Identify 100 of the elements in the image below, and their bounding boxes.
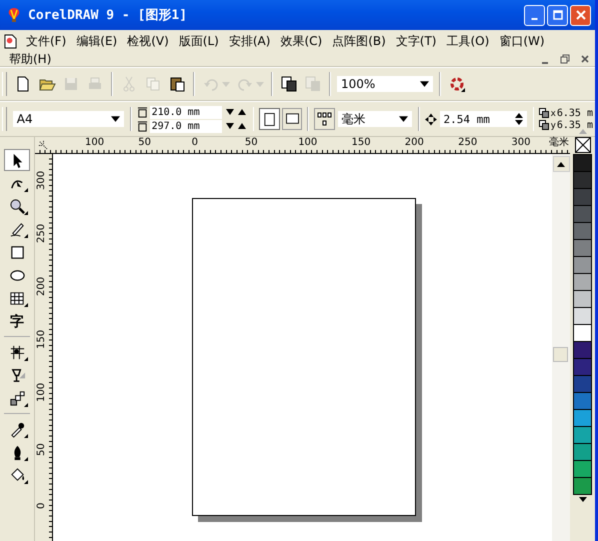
flyout-arrow-icon bbox=[24, 434, 28, 438]
paper-size-dropdown[interactable]: A4 bbox=[12, 110, 125, 128]
color-swatch[interactable] bbox=[573, 188, 592, 206]
portrait-button[interactable] bbox=[259, 108, 280, 130]
ruler-label: 250 bbox=[458, 137, 478, 148]
ruler-label: 300 bbox=[36, 170, 47, 190]
ruler-label: 100 bbox=[85, 137, 104, 148]
landscape-button[interactable] bbox=[282, 108, 302, 130]
width-field[interactable]: 210.0 mm bbox=[150, 106, 222, 118]
flyout-arrow-icon bbox=[24, 457, 28, 461]
color-swatch[interactable] bbox=[573, 392, 592, 410]
copy-icon bbox=[144, 75, 162, 93]
menu-item[interactable]: 点阵图(B) bbox=[327, 32, 391, 50]
move-arrows-icon bbox=[424, 112, 437, 126]
ruler-label: 50 bbox=[36, 442, 47, 456]
spin-arrows-icon[interactable] bbox=[224, 122, 248, 130]
ruler-label: 0 bbox=[36, 502, 47, 509]
color-swatch[interactable] bbox=[573, 409, 592, 427]
scroll-thumb[interactable] bbox=[553, 347, 568, 362]
scroll-up-button[interactable] bbox=[552, 156, 570, 172]
zoom-dropdown[interactable]: 100% bbox=[336, 75, 434, 93]
arrow-up-icon bbox=[557, 162, 565, 166]
flyout-arrow-icon bbox=[24, 234, 28, 238]
color-swatch[interactable] bbox=[573, 222, 592, 240]
color-swatch[interactable] bbox=[573, 375, 592, 393]
menu-item[interactable]: 文字(T) bbox=[390, 32, 442, 50]
flyout-arrow-icon bbox=[24, 403, 28, 407]
restore-icon bbox=[560, 54, 570, 64]
ruler-label: 150 bbox=[36, 330, 47, 350]
import-icon bbox=[280, 75, 298, 93]
offset-value: 6.35 m bbox=[556, 120, 593, 130]
color-swatch[interactable] bbox=[573, 324, 592, 342]
color-swatch[interactable] bbox=[573, 171, 592, 189]
document-icon bbox=[4, 34, 17, 48]
ruler-label: 0 bbox=[192, 137, 198, 148]
ruler-origin-icon[interactable] bbox=[38, 140, 49, 151]
ruler-label: 200 bbox=[36, 277, 47, 296]
ruler-label: 50 bbox=[244, 137, 258, 148]
units-dropdown[interactable]: 毫米 bbox=[336, 110, 413, 128]
ruler-label: 100 bbox=[36, 383, 47, 402]
color-swatch[interactable] bbox=[573, 205, 592, 223]
axis-label: x bbox=[550, 108, 556, 118]
vertical-scrollbar[interactable] bbox=[552, 154, 570, 541]
palette-scroll-down-icon[interactable] bbox=[578, 497, 586, 502]
color-swatch[interactable] bbox=[573, 154, 592, 172]
close-icon bbox=[580, 54, 590, 64]
color-swatch[interactable] bbox=[573, 307, 592, 325]
color-swatch[interactable] bbox=[573, 256, 592, 274]
ruler-label: 250 bbox=[36, 224, 47, 244]
flyout-arrow-icon bbox=[24, 303, 28, 307]
menu-item[interactable]: 效果(C) bbox=[275, 32, 328, 50]
export-icon bbox=[304, 75, 322, 93]
caret-icon bbox=[110, 116, 120, 122]
mesh-icon bbox=[8, 344, 26, 360]
menu-item[interactable]: 文件(F) bbox=[21, 32, 72, 50]
wineglass-icon bbox=[8, 366, 26, 384]
color-swatch[interactable] bbox=[573, 460, 592, 478]
minimize-button[interactable] bbox=[524, 4, 545, 26]
maximize-button[interactable] bbox=[547, 4, 568, 26]
no-color-swatch[interactable] bbox=[574, 137, 590, 153]
nudge-field[interactable]: 2.54 mm bbox=[438, 110, 528, 128]
flyout-arrow-icon bbox=[24, 188, 28, 192]
menu-item[interactable]: 检视(V) bbox=[122, 32, 174, 50]
color-swatch[interactable] bbox=[573, 273, 592, 291]
landscape-page-icon bbox=[284, 113, 300, 125]
text-tool[interactable]: 字 bbox=[4, 310, 30, 332]
close-button[interactable] bbox=[570, 4, 591, 26]
menu-item[interactable]: 帮助(H) bbox=[4, 50, 56, 68]
color-swatch[interactable] bbox=[573, 341, 592, 359]
spin-arrows-icon bbox=[514, 113, 523, 125]
ring-icon bbox=[448, 75, 466, 93]
color-swatch[interactable] bbox=[573, 290, 592, 308]
eyedropper-icon bbox=[8, 420, 26, 438]
menu-item[interactable]: 工具(O) bbox=[442, 32, 494, 50]
color-swatch[interactable] bbox=[573, 239, 592, 257]
minimize-icon bbox=[542, 62, 548, 64]
page-layout-button[interactable] bbox=[314, 108, 335, 130]
menu-item[interactable]: 版面(L) bbox=[174, 32, 224, 50]
spin-arrows-icon[interactable] bbox=[224, 108, 248, 116]
caret-icon bbox=[398, 116, 408, 122]
color-swatch[interactable] bbox=[573, 443, 592, 461]
height-field[interactable]: 297.0 mm bbox=[150, 120, 222, 132]
color-swatch[interactable] bbox=[573, 426, 592, 444]
caret-icon bbox=[222, 82, 230, 86]
ruler-unit: 毫米 bbox=[549, 137, 569, 148]
grid-icon bbox=[8, 290, 26, 306]
menu-item[interactable]: 安排(A) bbox=[224, 32, 276, 50]
close-icon bbox=[576, 10, 586, 20]
menu-item[interactable]: 窗口(W) bbox=[494, 32, 550, 50]
layout-icon bbox=[316, 111, 332, 127]
flyout-arrow-icon bbox=[24, 211, 28, 215]
drawing-canvas[interactable] bbox=[53, 154, 552, 541]
zoom-icon bbox=[8, 198, 26, 214]
clipboard-icon bbox=[168, 75, 186, 93]
color-swatch[interactable] bbox=[573, 358, 592, 376]
color-swatch[interactable] bbox=[573, 477, 592, 495]
minimize-icon bbox=[531, 18, 538, 20]
balloon-icon bbox=[6, 7, 22, 23]
menu-item[interactable]: 编辑(E) bbox=[71, 32, 122, 50]
pick-tool[interactable] bbox=[4, 149, 30, 171]
